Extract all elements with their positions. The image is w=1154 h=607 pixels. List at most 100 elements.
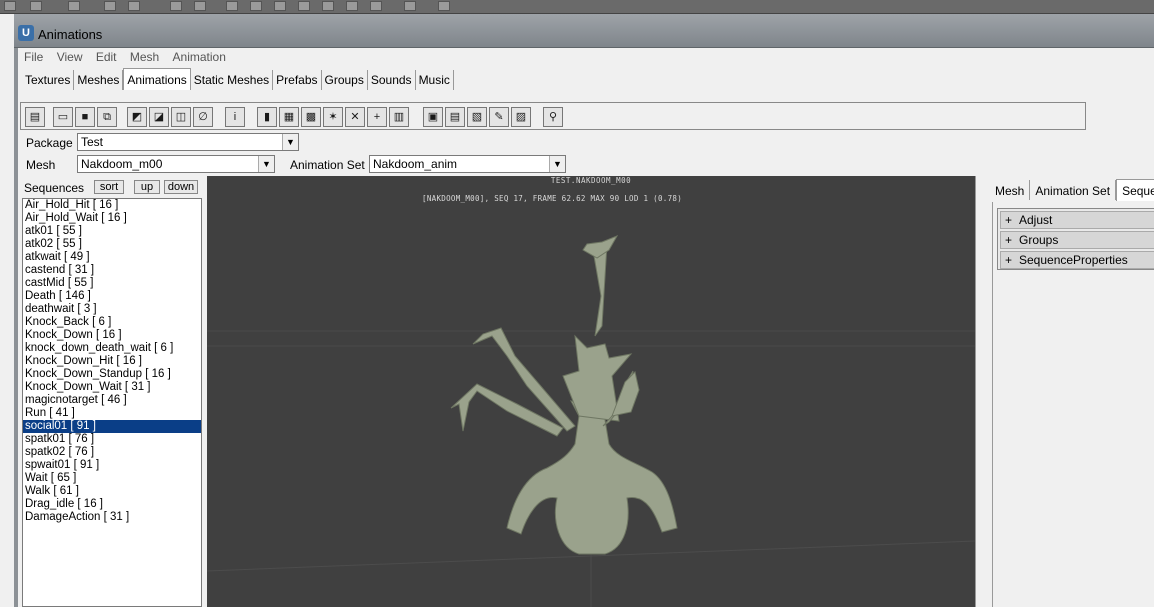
mesh-view-icon[interactable]: ▦ [279,107,299,127]
expand-icon[interactable]: + [1005,232,1012,248]
list-item[interactable]: castend [ 31 ] [23,264,201,277]
list-item[interactable]: spwait01 [ 91 ] [23,459,201,472]
list-item[interactable]: spatk02 [ 76 ] [23,446,201,459]
mesh-dropdown[interactable]: Nakdoom_m00 ▼ [77,155,275,173]
host-toolbar-strip [0,0,1154,14]
tab-music[interactable]: Music [416,70,454,90]
list-item[interactable]: atkwait [ 49 ] [23,251,201,264]
menu-animation[interactable]: Animation [173,50,226,64]
grid-icon[interactable]: ▩ [301,107,321,127]
window-border [14,48,18,607]
list-item[interactable]: Knock_Down_Standup [ 16 ] [23,368,201,381]
expand-icon[interactable]: + [1005,212,1012,228]
host-tool-icon [298,1,310,11]
lod-icon[interactable]: ▥ [389,107,409,127]
import-anim-icon[interactable]: ◫ [171,107,191,127]
menu-file[interactable]: File [24,50,43,64]
package-value: Test [81,135,104,149]
list-item[interactable]: spatk01 [ 76 ] [23,433,201,446]
import-mesh-icon[interactable]: ◪ [149,107,169,127]
socket-icon[interactable]: + [367,107,387,127]
tab-mesh[interactable]: Mesh [990,180,1031,200]
list-item[interactable]: deathwait [ 3 ] [23,303,201,316]
property-label: Adjust [1019,213,1053,227]
list-item[interactable]: Knock_Down_Hit [ 16 ] [23,355,201,368]
bone-icon[interactable]: ✕ [345,107,365,127]
list-item[interactable]: Death [ 146 ] [23,290,201,303]
list-item[interactable]: magicnotarget [ 46 ] [23,394,201,407]
host-tool-icon [68,1,80,11]
list-item[interactable]: knock_down_death_wait [ 6 ] [23,342,201,355]
expand-icon[interactable]: + [1005,252,1012,268]
tab-static-meshes[interactable]: Static Meshes [191,70,274,90]
tab-animations[interactable]: Animations [123,68,191,90]
animations-window: U Animations File View Edit Mesh Animati… [14,14,1154,607]
menu-mesh[interactable]: Mesh [130,50,159,64]
save-icon[interactable]: ■ [75,107,95,127]
chevron-down-icon[interactable]: ▼ [258,156,274,172]
list-item[interactable]: atk02 [ 55 ] [23,238,201,251]
sort-button[interactable]: sort [94,180,124,194]
list-item-selected[interactable]: social01 [ 91 ] [23,420,201,433]
link-icon[interactable]: ∅ [193,107,213,127]
browser-icon[interactable]: ▤ [25,107,45,127]
menu-view[interactable]: View [57,50,83,64]
property-label: Groups [1019,233,1059,247]
copy-icon[interactable]: ⧉ [97,107,117,127]
3d-viewport[interactable]: TEST.NAKDOOM_M00 [NAKDOOM_M00], SEQ 17, … [207,176,975,607]
edit-icon[interactable]: ✎ [489,107,509,127]
list-item[interactable]: Air_Hold_Wait [ 16 ] [23,212,201,225]
properties-icon[interactable]: ▣ [423,107,443,127]
property-list: + Adjust + Groups + SequenceProperties [997,208,1154,270]
sequences-label: Sequences [24,181,85,195]
search-icon[interactable]: ⚲ [543,107,563,127]
property-adjust[interactable]: + Adjust [1000,211,1154,229]
host-tool-icon [438,1,450,11]
down-button[interactable]: down [164,180,198,194]
menu-edit[interactable]: Edit [96,50,117,64]
tab-groups[interactable]: Groups [322,70,368,90]
list-item[interactable]: DamageAction [ 31 ] [23,511,201,524]
sequence-list[interactable]: Air_Hold_Hit [ 16 ] Air_Hold_Wait [ 16 ]… [22,198,202,607]
list-item[interactable]: Drag_idle [ 16 ] [23,498,201,511]
list-item[interactable]: Knock_Back [ 6 ] [23,316,201,329]
host-tool-icon [404,1,416,11]
open-icon[interactable]: ▭ [53,107,73,127]
sequence-icon[interactable]: ▤ [445,107,465,127]
list-item[interactable]: Walk [ 61 ] [23,485,201,498]
property-groups[interactable]: + Groups [1000,231,1154,249]
viewport-stats: [NAKDOOM_M00], SEQ 17, FRAME 62.62 MAX 9… [422,194,683,203]
list-item[interactable]: Knock_Down [ 16 ] [23,329,201,342]
package-label: Package [26,136,73,150]
list-item[interactable]: atk01 [ 55 ] [23,225,201,238]
info-icon[interactable]: i [225,107,245,127]
list-item[interactable]: Run [ 41 ] [23,407,201,420]
splitter[interactable] [975,176,993,607]
host-tool-icon [274,1,286,11]
up-button[interactable]: up [134,180,160,194]
tab-meshes[interactable]: Meshes [74,70,124,90]
list-item[interactable]: castMid [ 55 ] [23,277,201,290]
chevron-down-icon[interactable]: ▼ [549,156,565,172]
chevron-down-icon[interactable]: ▼ [282,134,298,150]
import-icon[interactable]: ◩ [127,107,147,127]
skeleton-icon[interactable]: ✶ [323,107,343,127]
book-icon[interactable]: ▮ [257,107,277,127]
clipboard-icon[interactable]: ▨ [511,107,531,127]
title-bar[interactable]: U Animations [14,14,1154,48]
tab-sequence[interactable]: Sequenc [1116,179,1154,201]
list-item[interactable]: Air_Hold_Hit [ 16 ] [23,199,201,212]
animation-set-dropdown[interactable]: Nakdoom_anim ▼ [369,155,566,173]
list-item[interactable]: Knock_Down_Wait [ 31 ] [23,381,201,394]
list-item[interactable]: Wait [ 65 ] [23,472,201,485]
tab-animation-set[interactable]: Animation Set [1030,180,1117,200]
tab-textures[interactable]: Textures [22,70,75,90]
notify-icon[interactable]: ▧ [467,107,487,127]
unreal-logo-icon: U [18,25,34,41]
animation-set-label: Animation Set [290,158,365,172]
tab-prefabs[interactable]: Prefabs [273,70,322,90]
tab-sounds[interactable]: Sounds [368,70,416,90]
host-tool-icon [370,1,382,11]
property-sequenceproperties[interactable]: + SequenceProperties [1000,251,1154,269]
package-dropdown[interactable]: Test ▼ [77,133,299,151]
